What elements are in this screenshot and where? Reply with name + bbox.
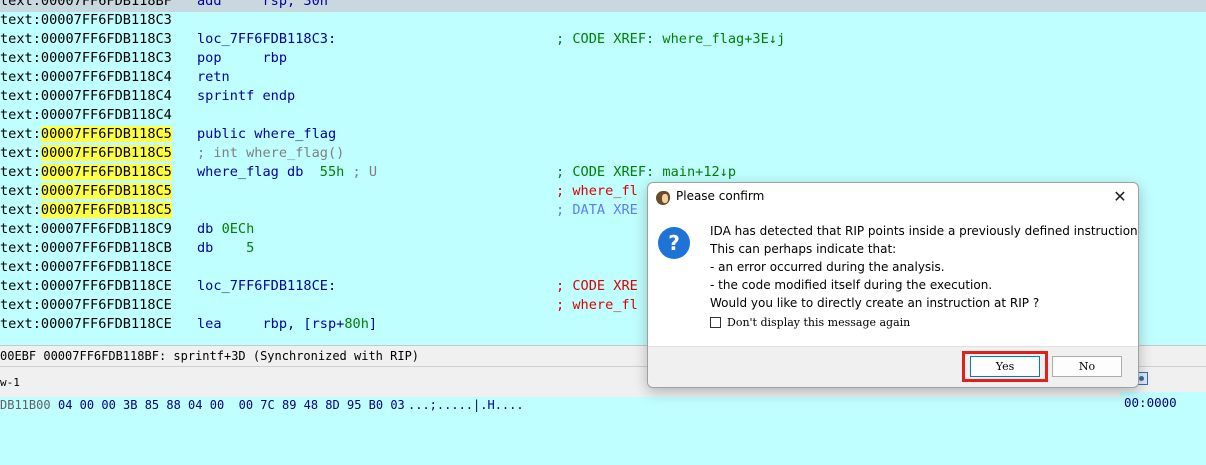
disasm-comment: ; CODE XREF: where_flag+3E↓j: [556, 30, 785, 49]
disasm-address: text:00007FF6FDB118CE: [0, 316, 172, 332]
instruction-token: loc_7FF6FDB118CE:: [197, 278, 337, 294]
disasm-instruction: retn: [197, 68, 230, 87]
disasm-address: text:00007FF6FDB118C4: [0, 107, 172, 123]
comment-token: ; DATA XRE: [556, 202, 638, 218]
disasm-address: text:00007FF6FDB118CE: [0, 259, 172, 275]
disasm-address: text:00007FF6FDB118BF: [0, 0, 172, 9]
dialog-message-line: - the code modified itself during the ex…: [710, 278, 993, 292]
disasm-instruction: public where_flag: [197, 125, 336, 144]
instruction-token: 55h: [319, 164, 345, 180]
disasm-address: text:00007FF6FDB118C5: [0, 164, 172, 180]
disasm-address: text:00007FF6FDB118C3: [0, 12, 172, 28]
disasm-instruction: db 5: [197, 239, 254, 258]
disasm-instruction: sprintf endp: [197, 87, 295, 106]
question-icon: ?: [658, 227, 690, 259]
instruction-token: sprintf endp: [197, 88, 296, 104]
dialog-footer: Yes No: [648, 346, 1138, 387]
instruction-token: ; U: [344, 164, 378, 180]
instruction-token: loc_7FF6FDB118C3:: [197, 31, 337, 47]
instruction-token: 80h: [344, 316, 369, 332]
comment-token: ; CODE XREF: where_flag+3E↓j: [556, 31, 786, 47]
status-text: 00EBF 00007FF6FDB118BF: sprintf+3D (Sync…: [0, 349, 420, 363]
disasm-comment: ; CODE XRE: [556, 277, 638, 296]
disasm-address: text:00007FF6FDB118C3: [0, 31, 172, 47]
disasm-instruction: loc_7FF6FDB118CE:: [197, 277, 336, 296]
disasm-address: text:00007FF6FDB118C5: [0, 202, 172, 218]
disasm-instruction: pop rbp: [197, 49, 287, 68]
instruction-token: public where_flag: [197, 126, 337, 142]
comment-token: ; CODE XREF: main+12↓p: [556, 164, 737, 180]
instruction-token: db: [197, 221, 222, 237]
instruction-token: 0ECh: [221, 221, 255, 237]
disasm-instruction: lea rbp, [rsp+80h]: [197, 315, 377, 334]
highlighted-address: 00007FF6FDB118C5: [40, 183, 172, 199]
disasm-instruction: loc_7FF6FDB118C3:: [197, 30, 336, 49]
highlighted-address: 00007FF6FDB118C5: [40, 145, 172, 161]
disasm-address: text:00007FF6FDB118C5: [0, 145, 172, 161]
disasm-address: text:00007FF6FDB118C3: [0, 50, 172, 66]
hex-ascii: ...;.....|.H....: [408, 398, 524, 412]
disasm-comment: ; where_fl: [556, 296, 638, 315]
confirm-dialog: Please confirm ✕ ? IDA has detected that…: [647, 182, 1139, 388]
dont-display-checkbox[interactable]: [710, 317, 721, 328]
disasm-instruction: ; int where_flag(): [197, 144, 344, 163]
disasm-address: text:00007FF6FDB118C4: [0, 69, 172, 85]
disasm-comment: ; CODE XREF: main+12↓p: [556, 163, 736, 182]
disasm-address: text:00007FF6FDB118C5: [0, 183, 172, 199]
instruction-token: db: [197, 240, 247, 256]
disasm-address: text:00007FF6FDB118CB: [0, 240, 172, 256]
highlighted-address: 00007FF6FDB118C5: [40, 126, 172, 142]
disasm-instruction: add rsp, 30h: [197, 0, 328, 11]
disasm-instruction: db 0ECh: [197, 220, 254, 239]
disasm-instruction: where_flag db 55h ; U: [197, 163, 377, 182]
hex-address: DB11B00: [0, 398, 51, 412]
disasm-address: text:00007FF6FDB118C5: [0, 126, 172, 142]
ida-logo-icon: [656, 191, 670, 205]
instruction-token: ; int where_flag(): [197, 145, 345, 161]
dont-display-label[interactable]: Don't display this message again: [727, 316, 910, 329]
dialog-message-line: This can perhaps indicate that:: [710, 242, 897, 256]
comment-token: ; CODE XRE: [556, 278, 638, 294]
highlighted-address: 00007FF6FDB118C5: [40, 202, 172, 218]
highlighted-address: 00007FF6FDB118C5: [40, 164, 172, 180]
instruction-token: pop rbp: [197, 50, 288, 66]
dialog-body: ? IDA has detected that RIP points insid…: [648, 213, 1138, 346]
close-button[interactable]: ✕: [1106, 186, 1134, 208]
instruction-token: retn: [197, 69, 230, 85]
dialog-title: Please confirm: [676, 189, 765, 203]
hex-dump-row[interactable]: DB11B00 04 00 00 3B 85 88 04 00 00 7C 89…: [0, 397, 1120, 414]
instruction-token: ]: [368, 316, 378, 332]
comment-token: ; where_fl: [556, 297, 638, 313]
dialog-message-line: IDA has detected that RIP points inside …: [710, 224, 1139, 238]
instruction-token: add rsp, 30h: [197, 0, 328, 9]
disasm-address: text:00007FF6FDB118CE: [0, 278, 172, 294]
hex-bytes: 04 00 00 3B 85 88 04 00 00 7C 89 48 8D 9…: [58, 398, 405, 412]
hex-view-tab[interactable]: w-1: [0, 376, 20, 389]
disasm-comment: ; DATA XRE: [556, 201, 638, 220]
stack-address: 00:0000: [1120, 392, 1206, 414]
instruction-token: 5: [246, 240, 255, 256]
instruction-token: lea rbp, [rsp+: [197, 316, 345, 332]
dialog-message-line: - an error occurred during the analysis.: [710, 260, 945, 274]
no-button[interactable]: No: [1052, 356, 1122, 377]
disasm-address: text:00007FF6FDB118C4: [0, 88, 172, 104]
disasm-address: text:00007FF6FDB118CE: [0, 297, 172, 313]
yes-button[interactable]: Yes: [970, 356, 1040, 377]
dialog-message-line: Would you like to directly create an ins…: [710, 296, 1040, 310]
instruction-token: where_flag db: [197, 164, 320, 180]
current-line-highlight: [0, 0, 1206, 12]
disasm-comment: ; where_fl: [556, 182, 638, 201]
disasm-address: text:00007FF6FDB118C9: [0, 221, 172, 237]
comment-token: ; where_fl: [556, 183, 638, 199]
